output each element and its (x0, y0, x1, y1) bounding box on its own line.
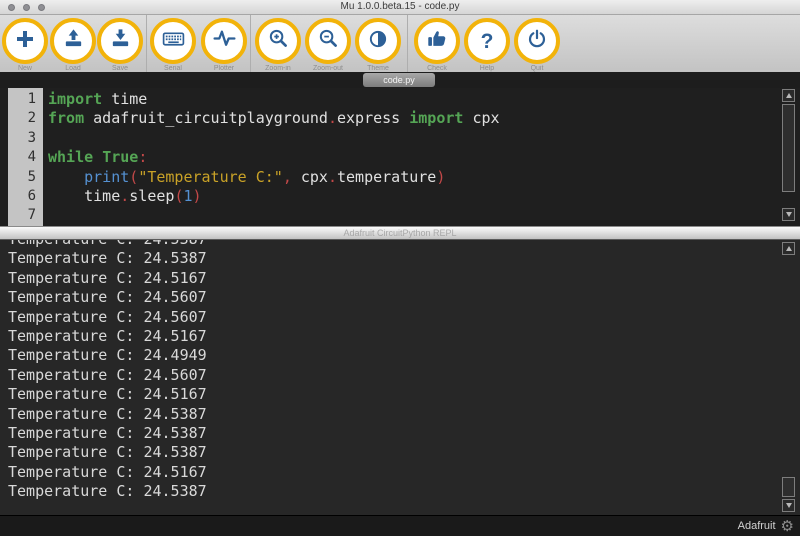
serial-button[interactable] (150, 18, 196, 64)
serial-scrollbar-thumb[interactable] (782, 477, 795, 497)
serial-scroll-down-button[interactable] (782, 499, 795, 512)
line-number: 5 (8, 168, 43, 187)
toolbar-divider (407, 15, 408, 72)
title-bar: Mu 1.0.0.beta.15 - code.py (0, 0, 800, 15)
zoom-in-button-label: Zoom-in (255, 65, 301, 72)
arrow-up-icon (786, 246, 792, 251)
toolbar-divider (250, 15, 251, 72)
new-button[interactable] (2, 18, 48, 64)
serial-scroll-up-button[interactable] (782, 242, 795, 255)
line-number: 2 (8, 109, 43, 128)
line-number: 6 (8, 187, 43, 206)
save-button[interactable] (97, 18, 143, 64)
download-icon (109, 27, 132, 55)
serial-line: Temperature C: 24.5387 (8, 405, 800, 424)
code-lines: import timefrom adafruit_circuitplaygrou… (48, 88, 778, 226)
mu-editor-window: Mu 1.0.0.beta.15 - code.py New Load Save (0, 0, 800, 536)
help-button-label: Help (464, 65, 510, 72)
load-button-label: Load (50, 65, 96, 72)
serial-line: Temperature C: 24.5607 (8, 308, 800, 327)
plus-icon (13, 27, 37, 56)
editor-scroll-up-button[interactable] (782, 89, 795, 102)
status-bar: Adafruit ⚙ (0, 515, 800, 536)
code-editor[interactable]: 1234567 import timefrom adafruit_circuit… (0, 88, 800, 226)
pane-splitter[interactable]: Adafruit CircuitPython REPL (0, 226, 800, 240)
pulse-waveform-icon (212, 26, 237, 56)
check-button[interactable] (414, 18, 460, 64)
theme-button[interactable] (355, 18, 401, 64)
tab-codepy[interactable]: code.py (363, 73, 435, 87)
serial-line: Temperature C: 24.5167 (8, 327, 800, 346)
line-number: 4 (8, 148, 43, 167)
serial-line: Temperature C: 24.5387 (8, 424, 800, 443)
thumbs-up-icon (426, 28, 448, 55)
theme-button-label: Theme (355, 65, 401, 72)
new-button-label: New (2, 65, 48, 72)
keyboard-icon (161, 26, 186, 56)
serial-line: Temperature C: 24.5387 (8, 240, 800, 249)
magnifier-plus-icon (267, 27, 290, 55)
mode-label-adafruit: Adafruit (738, 520, 776, 532)
splitter-label: Adafruit CircuitPython REPL (0, 227, 800, 239)
serial-output-pane[interactable]: Temperature C: 24.5387Temperature C: 24.… (0, 240, 800, 515)
serial-line: Temperature C: 24.5167 (8, 463, 800, 482)
code-line: from adafruit_circuitplayground.express … (48, 109, 778, 128)
load-button[interactable] (50, 18, 96, 64)
code-line: time.sleep(1) (48, 187, 778, 206)
serial-lines: Temperature C: 24.5387Temperature C: 24.… (8, 240, 800, 501)
zoom-out-button[interactable] (305, 18, 351, 64)
contrast-circle-icon (367, 28, 389, 55)
toolbar-divider (146, 15, 147, 72)
help-button[interactable]: ? (464, 18, 510, 64)
serial-line: Temperature C: 24.5607 (8, 288, 800, 307)
toolbar: New Load Save (0, 15, 800, 72)
serial-line: Temperature C: 24.5607 (8, 366, 800, 385)
serial-line: Temperature C: 24.5387 (8, 443, 800, 462)
zoom-out-button-label: Zoom-out (305, 65, 351, 72)
arrow-down-icon (786, 212, 792, 217)
arrow-up-icon (786, 93, 792, 98)
arrow-down-icon (786, 503, 792, 508)
code-line: while True: (48, 148, 778, 167)
quit-button-label: Quit (514, 65, 560, 72)
line-number: 3 (8, 129, 43, 148)
line-number-gutter: 1234567 (8, 88, 43, 226)
check-button-label: Check (414, 65, 460, 72)
serial-button-label: Serial (150, 65, 196, 72)
quit-button[interactable] (514, 18, 560, 64)
code-line: import time (48, 90, 778, 109)
code-line (48, 206, 778, 225)
code-line: print("Temperature C:", cpx.temperature) (48, 168, 778, 187)
serial-line: Temperature C: 24.5387 (8, 249, 800, 268)
question-mark-icon: ? (481, 31, 494, 52)
plotter-button-label: Plotter (201, 65, 247, 72)
serial-line: Temperature C: 24.5387 (8, 482, 800, 501)
plotter-button[interactable] (201, 18, 247, 64)
editor-scrollbar-thumb[interactable] (782, 104, 795, 192)
code-line (48, 129, 778, 148)
editor-scroll-down-button[interactable] (782, 208, 795, 221)
serial-line: Temperature C: 24.5167 (8, 385, 800, 404)
line-number: 7 (8, 206, 43, 225)
serial-line: Temperature C: 24.5167 (8, 269, 800, 288)
power-icon (526, 28, 548, 55)
save-button-label: Save (97, 65, 143, 72)
gear-icon[interactable]: ⚙ (781, 519, 794, 534)
upload-icon (62, 27, 85, 55)
magnifier-minus-icon (317, 27, 340, 55)
line-number: 1 (8, 90, 43, 109)
window-title: Mu 1.0.0.beta.15 - code.py (0, 1, 800, 12)
serial-line: Temperature C: 24.4949 (8, 346, 800, 365)
zoom-in-button[interactable] (255, 18, 301, 64)
tab-bar: code.py (0, 72, 800, 88)
